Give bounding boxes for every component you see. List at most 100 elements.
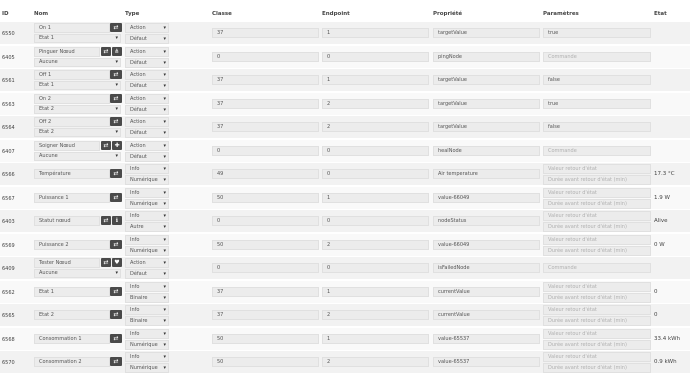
classe-field[interactable]: 49 (212, 169, 319, 179)
property-field[interactable]: value-65537 (433, 357, 540, 367)
icon-select-button[interactable]: ⇄ (101, 140, 111, 150)
classe-field[interactable]: 37 (212, 28, 319, 38)
property-field[interactable]: Air temperature (433, 169, 540, 179)
classe-field[interactable]: 0 (212, 216, 319, 226)
endpoint-field[interactable]: 1 (322, 286, 429, 297)
command-name-input[interactable]: Tester Nœud (34, 258, 100, 268)
endpoint-field[interactable]: 2 (322, 122, 429, 132)
parameter-field[interactable]: true (543, 98, 651, 109)
endpoint-field[interactable]: 0 (322, 51, 429, 62)
property-field[interactable]: healNode (433, 145, 540, 156)
endpoint-field[interactable]: 2 (322, 357, 429, 367)
return-value-field[interactable]: Valeur retour d'état (543, 352, 651, 362)
property-field[interactable]: currentValue (433, 310, 540, 320)
endpoint-field[interactable]: 2 (322, 98, 429, 109)
endpoint-field[interactable]: 0 (322, 216, 429, 226)
value-select[interactable]: Etat 2 (34, 128, 121, 137)
classe-field[interactable]: 37 (212, 98, 319, 109)
icon-select-button[interactable]: ⇄ (110, 310, 122, 319)
property-field[interactable]: nodeStatus (433, 216, 540, 226)
value-select[interactable]: Etat 1 (34, 34, 121, 43)
command-name-input[interactable]: Etat 1 (34, 286, 110, 297)
icon-select-button[interactable]: ⇄ (110, 93, 122, 103)
return-delay-field[interactable]: Durée avant retour d'état (min) (543, 316, 651, 326)
value-select[interactable]: Aucune (34, 151, 121, 161)
endpoint-field[interactable]: 1 (322, 333, 429, 344)
endpoint-field[interactable]: 2 (322, 310, 429, 320)
return-value-field[interactable]: Valeur retour d'état (543, 164, 651, 174)
command-name-input[interactable]: Soigner Nœud (34, 140, 100, 151)
endpoint-field[interactable]: 1 (322, 75, 429, 85)
endpoint-field[interactable]: 1 (322, 192, 429, 203)
value-select[interactable]: Aucune (34, 57, 121, 67)
return-value-field[interactable]: Valeur retour d'état (543, 281, 651, 292)
parameter-field[interactable]: false (543, 122, 651, 132)
return-delay-field[interactable]: Durée avant retour d'état (min) (543, 363, 651, 373)
icon-select-button[interactable]: ⇄ (110, 117, 122, 126)
parameter-field[interactable]: false (543, 75, 651, 85)
subtype-select[interactable]: Numérique (125, 363, 169, 373)
icon-select-button[interactable]: ⇄ (101, 216, 111, 225)
subtype-select[interactable]: Défaut (125, 81, 169, 91)
return-value-field[interactable]: Valeur retour d'état (543, 234, 651, 245)
subtype-select[interactable]: Numérique (125, 198, 169, 209)
command-field[interactable]: Commande (543, 51, 651, 62)
type-select[interactable]: Action (125, 117, 169, 127)
property-field[interactable]: targetValue (433, 122, 540, 132)
type-select[interactable]: Info (125, 187, 169, 198)
return-delay-field[interactable]: Durée avant retour d'état (min) (543, 222, 651, 232)
classe-field[interactable]: 50 (212, 333, 319, 344)
subtype-select[interactable]: Défaut (125, 128, 169, 138)
subtype-select[interactable]: Défaut (125, 269, 169, 279)
classe-field[interactable]: 50 (212, 357, 319, 367)
icon-select-button[interactable]: ⇄ (101, 258, 111, 267)
subtype-select[interactable]: Défaut (125, 104, 169, 115)
command-name-input[interactable]: Puissance 2 (34, 239, 110, 250)
property-field[interactable]: targetValue (433, 75, 540, 85)
icon-select-button[interactable]: ⇄ (110, 357, 122, 366)
command-name-input[interactable]: On 1 (34, 23, 110, 33)
property-field[interactable]: pingNode (433, 51, 540, 62)
endpoint-field[interactable]: 0 (322, 263, 429, 273)
classe-field[interactable]: 37 (212, 75, 319, 85)
command-name-input[interactable]: Pinguer Nœud (34, 46, 100, 57)
parameter-field[interactable]: true (543, 28, 651, 38)
value-select[interactable]: Aucune (34, 269, 121, 278)
property-field[interactable]: value-66049 (433, 192, 540, 203)
return-delay-field[interactable]: Durée avant retour d'état (min) (543, 245, 651, 256)
type-select[interactable]: Info (125, 211, 169, 221)
subtype-select[interactable]: Binaire (125, 316, 169, 326)
classe-field[interactable]: 0 (212, 145, 319, 156)
first-aid-icon[interactable]: ✚ (112, 140, 122, 150)
classe-field[interactable]: 50 (212, 192, 319, 203)
value-select[interactable]: Etat 1 (34, 81, 121, 90)
icon-select-button[interactable]: ⇄ (101, 46, 111, 56)
command-name-input[interactable]: Consommation 1 (34, 333, 110, 344)
endpoint-field[interactable]: 1 (322, 28, 429, 38)
return-delay-field[interactable]: Durée avant retour d'état (min) (543, 175, 651, 185)
return-value-field[interactable]: Valeur retour d'état (543, 187, 651, 198)
classe-field[interactable]: 37 (212, 122, 319, 132)
heartbeat-icon[interactable]: ♥ (112, 258, 122, 267)
endpoint-field[interactable]: 0 (322, 169, 429, 179)
classe-field[interactable]: 37 (212, 310, 319, 320)
type-select[interactable]: Action (125, 46, 169, 57)
type-select[interactable]: Info (125, 352, 169, 362)
type-select[interactable]: Action (125, 93, 169, 104)
command-field[interactable]: Commande (543, 145, 651, 156)
subtype-select[interactable]: Autre (125, 222, 169, 232)
subtype-select[interactable]: Numérique (125, 175, 169, 185)
subtype-select[interactable]: Défaut (125, 151, 169, 162)
type-select[interactable]: Info (125, 305, 169, 315)
type-select[interactable]: Action (125, 258, 169, 268)
return-value-field[interactable]: Valeur retour d'état (543, 328, 651, 339)
icon-select-button[interactable]: ⇄ (110, 169, 122, 178)
command-name-input[interactable]: Température (34, 169, 110, 179)
command-name-input[interactable]: Puissance 1 (34, 192, 110, 203)
type-select[interactable]: Info (125, 164, 169, 174)
value-select[interactable]: Etat 2 (34, 104, 121, 114)
return-delay-field[interactable]: Durée avant retour d'état (min) (543, 339, 651, 350)
type-select[interactable]: Action (125, 140, 169, 151)
subtype-select[interactable]: Binaire (125, 292, 169, 303)
property-field[interactable]: targetValue (433, 28, 540, 38)
